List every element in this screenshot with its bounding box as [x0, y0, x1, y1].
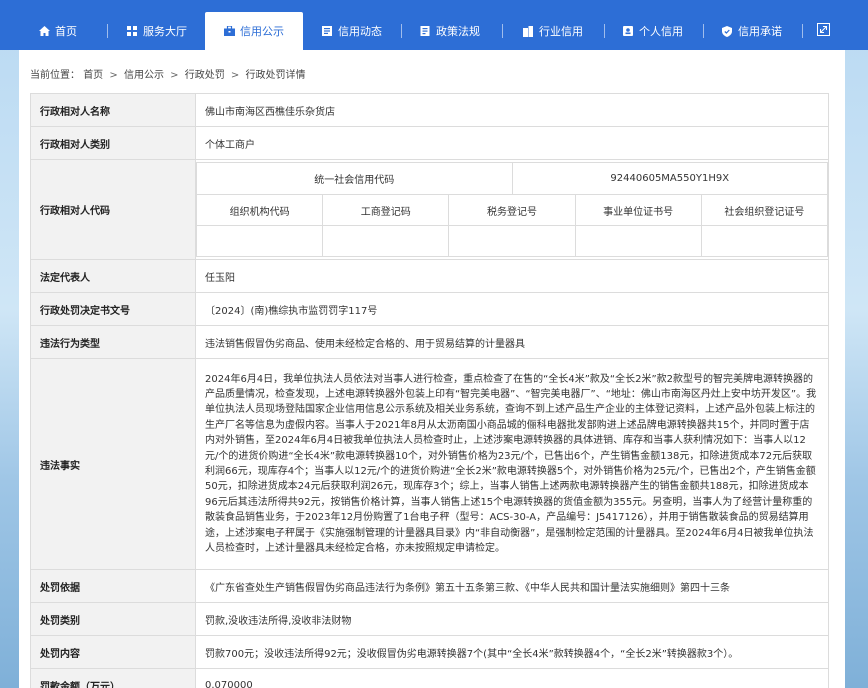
nav-item-credit-news[interactable]: 信用动态: [308, 12, 396, 50]
facts-label: 违法事实: [30, 358, 196, 570]
table-row: 行政相对人类别 个体工商户: [30, 126, 829, 160]
nav-label: 政策法规: [436, 25, 480, 38]
breadcrumb-item-home[interactable]: 首页: [83, 70, 103, 81]
breadcrumb: 当前位置： 首页 > 信用公示 > 行政处罚 > 行政处罚详情: [30, 66, 305, 81]
category-value: 个体工商户: [195, 126, 829, 160]
legal-rep-value: 任玉阳: [195, 259, 829, 293]
violation-type-label: 违法行为类型: [30, 325, 196, 359]
home-icon: [39, 26, 50, 36]
table-row: 罚款金额（万元） 0.070000: [30, 668, 829, 688]
sub-value-business-reg: [322, 225, 450, 257]
nav-item-service-hall[interactable]: 服务大厅: [113, 12, 201, 50]
basis-label: 处罚依据: [30, 569, 196, 603]
breadcrumb-item-administrative-penalty[interactable]: 行政处罚: [185, 70, 225, 81]
name-value: 佛山市南海区西樵佳乐杂货店: [195, 93, 829, 127]
breadcrumb-separator: >: [230, 70, 240, 81]
nav-divider: [401, 24, 402, 38]
code-subtable-cell: 统一社会信用代码 92440605MA550Y1H9X 组织机构代码 工商登记码…: [195, 159, 829, 260]
expand-icon: [816, 23, 830, 39]
nav-item-home[interactable]: 首页: [26, 12, 90, 50]
table-row: 组织机构代码 工商登记码 税务登记号 事业单位证书号 社会组织登记证号: [195, 194, 829, 226]
breadcrumb-separator: >: [170, 70, 179, 81]
penalty-detail-table: 行政相对人名称 佛山市南海区西樵佳乐杂货店 行政相对人类别 个体工商户 行政相对…: [30, 93, 829, 688]
nav-divider: [502, 24, 503, 38]
nav-label: 服务大厅: [143, 25, 187, 38]
facts-value: 2024年6月4日，我单位执法人员依法对当事人进行检查，重点检查了在售的“全长4…: [195, 358, 829, 570]
doc-no-label: 行政处罚决定书文号: [30, 292, 196, 326]
sub-value-institution-cert: [574, 225, 702, 257]
table-row: 违法行为类型 违法销售假冒伪劣商品、使用未经检定合格的、用于贸易结算的计量器具: [30, 325, 829, 359]
breadcrumb-item-current: 行政处罚详情: [245, 70, 306, 81]
sub-header-institution-cert: 事业单位证书号: [574, 194, 702, 226]
document-icon: [420, 26, 430, 36]
news-icon: [322, 26, 332, 36]
category-label: 行政相对人类别: [30, 126, 196, 160]
uscc-label: 统一社会信用代码: [197, 163, 513, 194]
nav-item-credit-publicity[interactable]: 信用公示: [205, 12, 303, 50]
nav-label: 信用承诺: [738, 25, 782, 38]
nav-label: 个人信用: [639, 25, 683, 38]
sub-value-tax-reg: [448, 225, 576, 257]
table-row: 处罚依据 《广东省查处生产销售假冒伪劣商品违法行为条例》第五十五条第三款、《中华…: [30, 569, 829, 603]
violation-type-value: 违法销售假冒伪劣商品、使用未经检定合格的、用于贸易结算的计量器具: [195, 325, 829, 359]
table-row: 违法事实 2024年6月4日，我单位执法人员依法对当事人进行检查，重点检查了在售…: [30, 358, 829, 570]
nav-label: 信用公示: [240, 25, 284, 38]
table-row: 法定代表人 任玉阳: [30, 259, 829, 293]
nav-item-personal-credit[interactable]: 个人信用: [608, 12, 698, 50]
sub-value-org-code: [195, 225, 324, 257]
table-row: [195, 225, 829, 257]
nav-divider: [703, 24, 704, 38]
top-nav: 首页 服务大厅 信用公示 信用动态 政策法规 行业信用 个人信用 信用承诺: [0, 0, 868, 50]
basis-value: 《广东省查处生产销售假冒伪劣商品违法行为条例》第五十五条第三款、《中华人民共和国…: [195, 569, 829, 603]
grid-icon: [127, 26, 137, 36]
amount-value: 0.070000: [195, 668, 829, 688]
sub-header-social-org-cert: 社会组织登记证号: [700, 194, 829, 226]
penalty-content-label: 处罚内容: [30, 635, 196, 669]
nav-label: 信用动态: [338, 25, 382, 38]
code-subtable: 统一社会信用代码 92440605MA550Y1H9X 组织机构代码 工商登记码…: [195, 162, 829, 257]
table-row: 行政相对人代码 统一社会信用代码 92440605MA550Y1H9X 组织机构…: [30, 159, 829, 260]
table-row: 处罚内容 罚款700元；没收违法所得92元；没收假冒伪劣电源转换器7个(其中“全…: [30, 635, 829, 669]
table-row: 行政处罚决定书文号 〔2024〕(南)樵综执市监罚罚字117号: [30, 292, 829, 326]
nav-item-policy-regulations[interactable]: 政策法规: [406, 12, 494, 50]
nav-divider: [604, 24, 605, 38]
uscc-value: 92440605MA550Y1H9X: [610, 173, 730, 184]
table-row: 处罚类别 罚款,没收违法所得,没收非法财物: [30, 602, 829, 636]
sub-value-social-org-cert: [700, 225, 829, 257]
table-row: 行政相对人名称 佛山市南海区西樵佳乐杂货店: [30, 93, 829, 127]
briefcase-icon: [224, 25, 235, 36]
breadcrumb-item-credit-publicity[interactable]: 信用公示: [124, 70, 164, 81]
nav-divider: [802, 24, 803, 38]
nav-divider: [107, 24, 108, 38]
nav-item-industry-credit[interactable]: 行业信用: [508, 12, 598, 50]
sub-header-org-code: 组织机构代码: [195, 194, 324, 226]
legal-rep-label: 法定代表人: [30, 259, 196, 293]
uscc-row: 统一社会信用代码 92440605MA550Y1H9X: [196, 162, 828, 195]
code-label: 行政相对人代码: [30, 159, 196, 260]
amount-label: 罚款金额（万元）: [30, 668, 196, 688]
nav-item-credit-commitment[interactable]: 信用承诺: [708, 12, 796, 50]
shield-check-icon: [722, 26, 732, 37]
penalty-content-value: 罚款700元；没收违法所得92元；没收假冒伪劣电源转换器7个(其中“全长4米”款…: [195, 635, 829, 669]
building-icon: [523, 26, 533, 37]
breadcrumb-separator: >: [109, 70, 118, 81]
nav-label: 首页: [55, 25, 77, 38]
sub-header-business-reg: 工商登记码: [322, 194, 450, 226]
sub-header-tax-reg: 税务登记号: [448, 194, 576, 226]
penalty-type-label: 处罚类别: [30, 602, 196, 636]
name-label: 行政相对人名称: [30, 93, 196, 127]
expand-button[interactable]: [808, 12, 838, 50]
table-row: 统一社会信用代码 92440605MA550Y1H9X: [196, 162, 828, 195]
penalty-type-value: 罚款,没收违法所得,没收非法财物: [195, 602, 829, 636]
content-panel: 当前位置： 首页 > 信用公示 > 行政处罚 > 行政处罚详情 行政相对人名称 …: [19, 50, 845, 688]
doc-no-value: 〔2024〕(南)樵综执市监罚罚字117号: [195, 292, 829, 326]
nav-label: 行业信用: [539, 25, 583, 38]
id-card-icon: [623, 26, 633, 36]
breadcrumb-prefix: 当前位置：: [30, 70, 80, 81]
